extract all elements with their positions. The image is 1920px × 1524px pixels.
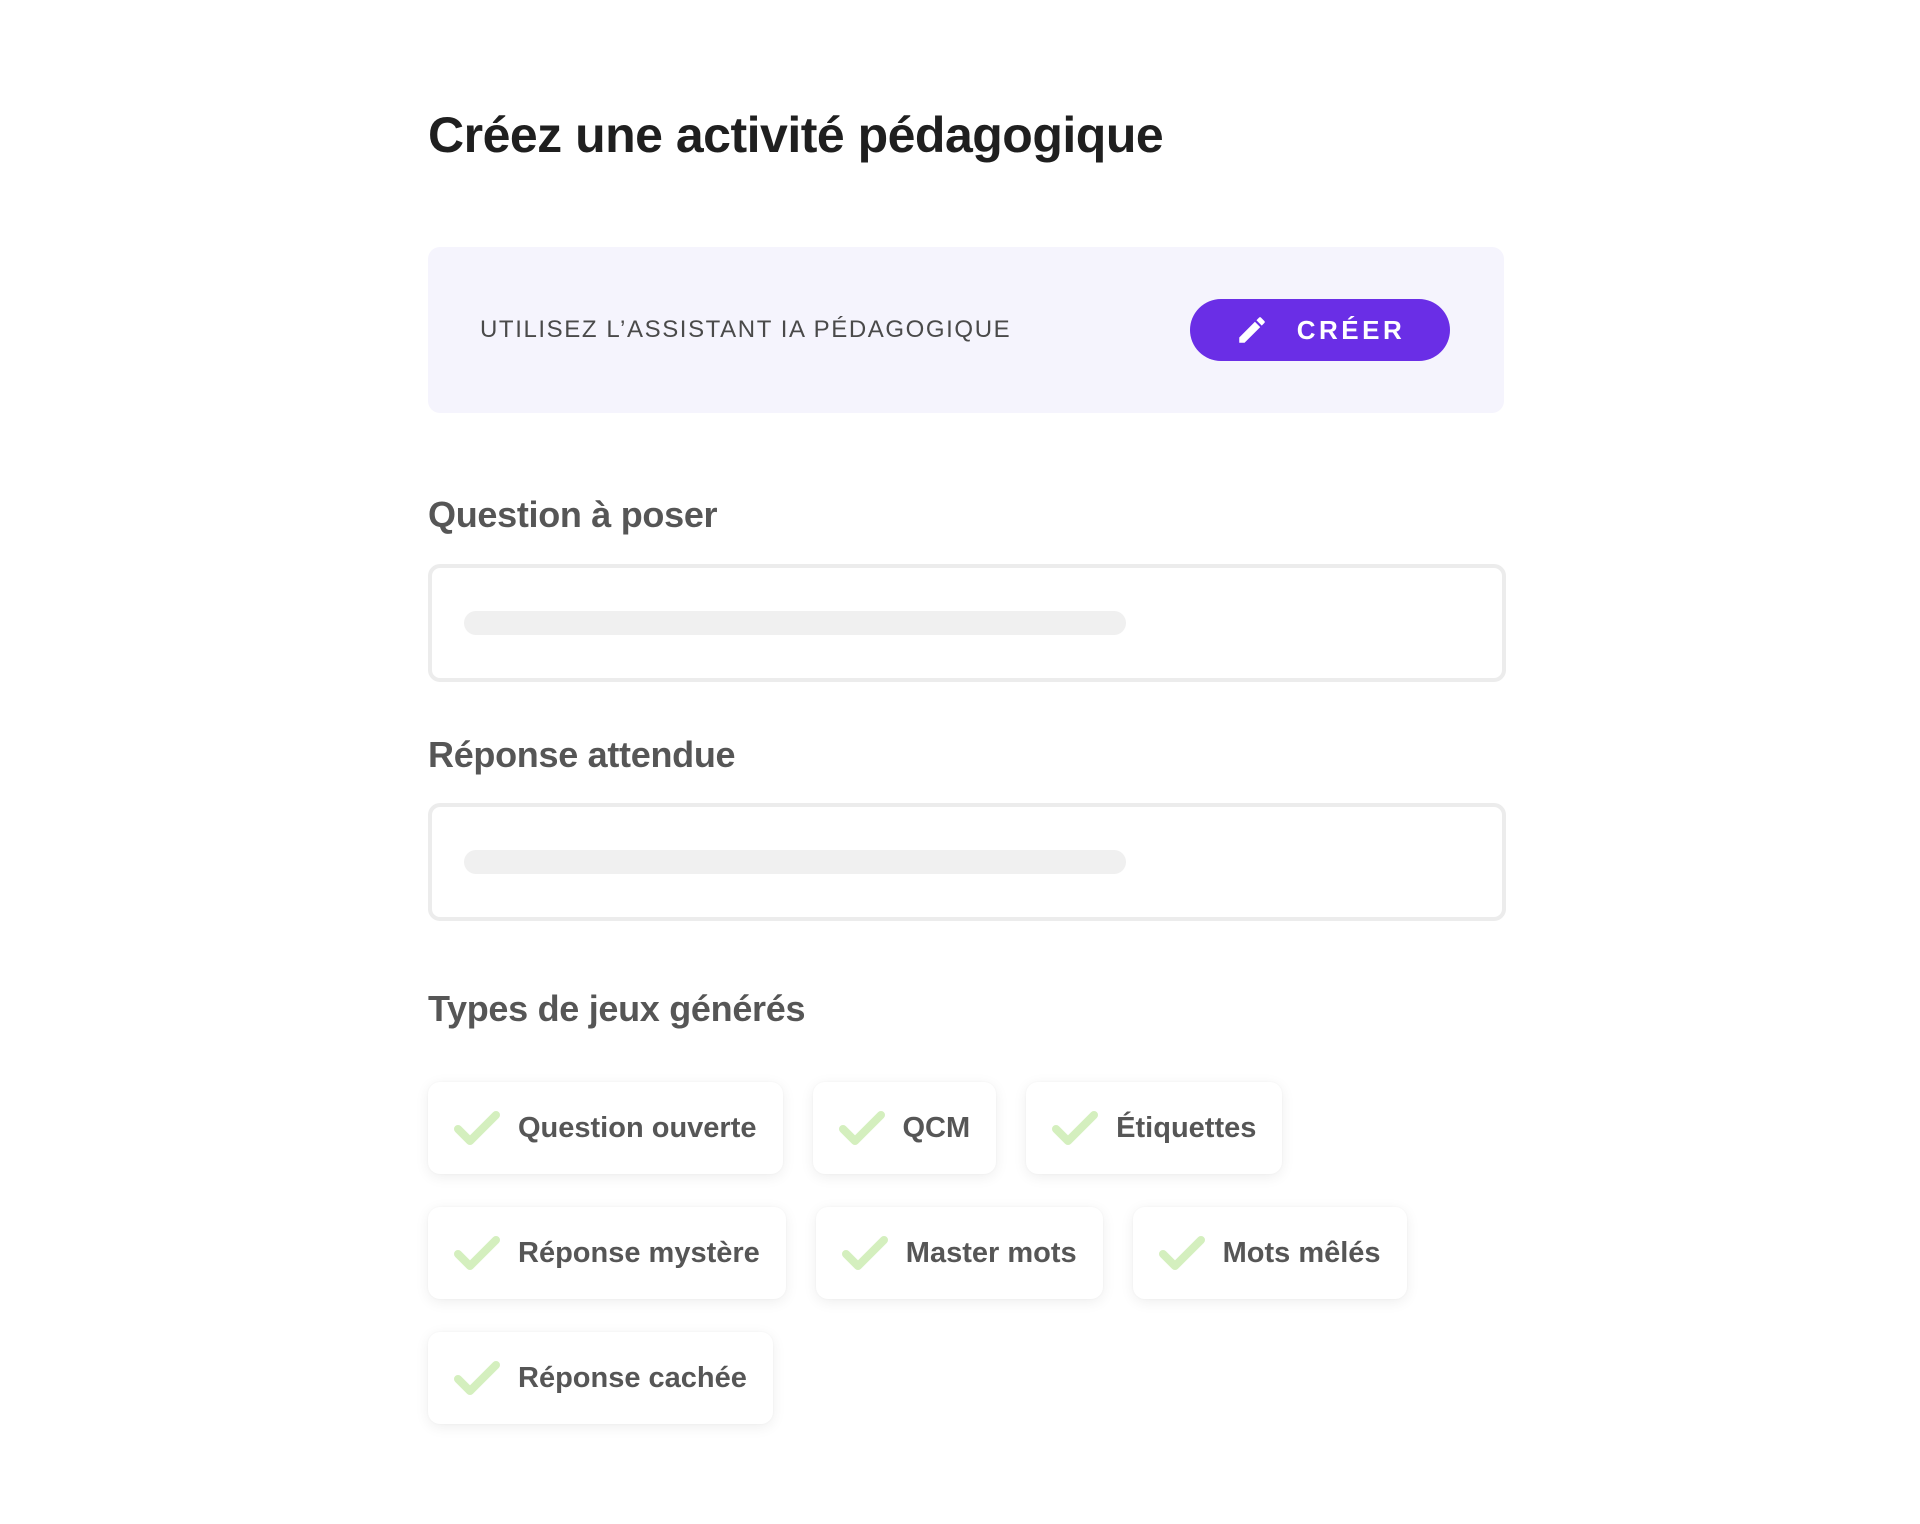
game-type-mots-meles[interactable]: Mots mêlés xyxy=(1132,1207,1407,1299)
ai-assistant-label: UTILISEZ L’ASSISTANT IA PÉDAGOGIQUE xyxy=(480,316,1012,343)
game-type-label: QCM xyxy=(902,1111,971,1144)
game-types-row: Question ouverte QCM Étiquettes xyxy=(428,1082,1528,1174)
question-field-label: Question à poser xyxy=(428,494,718,535)
game-types-list: Question ouverte QCM Étiquettes Réponse … xyxy=(428,1082,1528,1457)
game-type-etiquettes[interactable]: Étiquettes xyxy=(1026,1082,1283,1174)
checkmark-icon xyxy=(838,1111,885,1145)
game-type-label: Mots mêlés xyxy=(1222,1236,1381,1269)
page-title: Créez une activité pédagogique xyxy=(428,107,1164,163)
game-type-qcm[interactable]: QCM xyxy=(812,1082,997,1174)
game-types-row: Réponse cachée xyxy=(428,1332,1528,1424)
checkmark-icon xyxy=(841,1236,888,1270)
ai-assistant-panel: UTILISEZ L’ASSISTANT IA PÉDAGOGIQUE CRÉE… xyxy=(428,247,1504,413)
question-input[interactable] xyxy=(428,564,1506,682)
answer-input[interactable] xyxy=(428,803,1506,921)
checkmark-icon xyxy=(454,1361,500,1395)
pencil-icon xyxy=(1238,317,1265,343)
game-types-title: Types de jeux générés xyxy=(428,988,806,1029)
create-button-label: CRÉER xyxy=(1296,314,1406,345)
game-type-label: Réponse mystère xyxy=(518,1236,760,1269)
game-type-question-ouverte[interactable]: Question ouverte xyxy=(428,1082,783,1174)
game-type-label: Étiquettes xyxy=(1116,1111,1257,1144)
game-type-label: Question ouverte xyxy=(518,1111,757,1144)
checkmark-icon xyxy=(1052,1111,1099,1145)
game-types-row: Réponse mystère Master mots Mots mêlés xyxy=(428,1207,1528,1299)
question-input-placeholder xyxy=(464,611,1126,635)
answer-field-label: Réponse attendue xyxy=(428,734,736,775)
create-button[interactable]: CRÉER xyxy=(1190,299,1450,361)
checkmark-icon xyxy=(454,1236,500,1270)
answer-input-placeholder xyxy=(464,850,1126,874)
game-type-master-mots[interactable]: Master mots xyxy=(815,1207,1103,1299)
game-type-reponse-cachee[interactable]: Réponse cachée xyxy=(428,1332,773,1424)
checkmark-icon xyxy=(1158,1236,1205,1270)
game-type-label: Master mots xyxy=(905,1236,1077,1269)
checkmark-icon xyxy=(454,1111,500,1145)
game-type-label: Réponse cachée xyxy=(518,1361,747,1394)
game-type-reponse-mystere[interactable]: Réponse mystère xyxy=(428,1207,786,1299)
